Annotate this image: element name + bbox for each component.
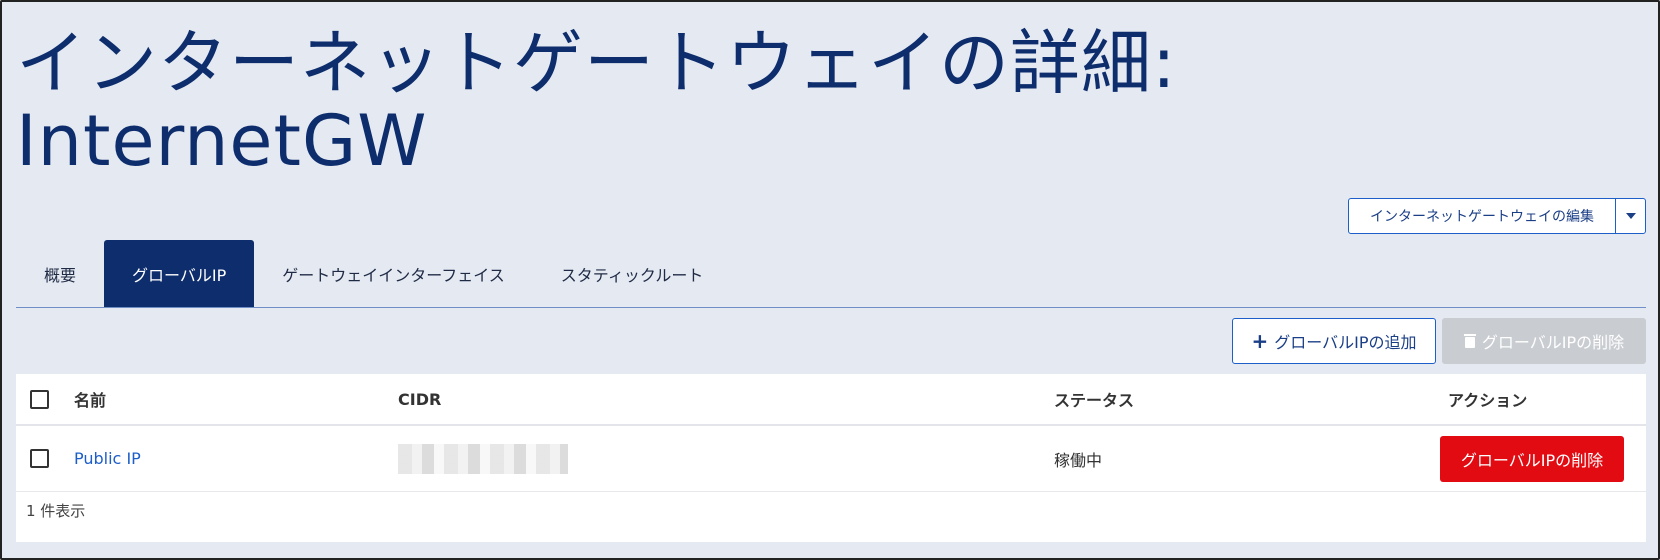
row-name-link[interactable]: Public IP [74,449,141,468]
tab-static-route[interactable]: スタティックルート [533,240,732,307]
trash-icon [1463,334,1476,348]
column-header-cidr: CIDR [398,389,442,409]
delete-global-ip-label: グローバルIPの削除 [1481,333,1625,352]
row-status: 稼働中 [1054,450,1103,470]
tab-global-ip[interactable]: グローバルIP [104,240,255,307]
add-global-ip-label: グローバルIPの追加 [1274,333,1417,352]
page-title-line2: InternetGW [16,100,428,182]
page-title-line1: インターネットゲートウェイの詳細: [16,22,1177,104]
chevron-down-icon [1625,213,1636,219]
page-title: インターネットゲートウェイの詳細: InternetGW [16,24,1177,180]
tab-overview[interactable]: 概要 [16,240,104,307]
edit-dropdown-toggle[interactable] [1615,199,1645,233]
tab-gateway-interface[interactable]: ゲートウェイインターフェイス [254,240,533,307]
global-ip-table: 名前 CIDR ステータス アクション Public IP 稼働中 グローバルI… [16,374,1646,542]
add-global-ip-button[interactable]: + グローバルIPの追加 [1232,318,1436,364]
tab-bar: 概要 グローバルIP ゲートウェイインターフェイス スタティックルート [16,240,1646,308]
cidr-redacted [398,444,568,474]
column-header-name: 名前 [74,391,107,410]
plus-icon: + [1251,329,1269,353]
select-all-checkbox[interactable] [30,389,49,409]
row-delete-global-ip-button[interactable]: グローバルIPの削除 [1440,436,1624,482]
delete-global-ip-button: グローバルIPの削除 [1442,318,1646,364]
column-header-status: ステータス [1054,391,1135,410]
row-checkbox[interactable] [30,449,49,468]
table-header-row: 名前 CIDR ステータス アクション [16,374,1646,426]
edit-button-group: インターネットゲートウェイの編集 [1348,198,1646,234]
edit-internet-gateway-button[interactable]: インターネットゲートウェイの編集 [1349,199,1615,233]
toolbar: + グローバルIPの追加 グローバルIPの削除 [1232,318,1646,364]
table-row: Public IP 稼働中 グローバルIPの削除 [16,426,1646,492]
column-header-action: アクション [1448,391,1528,410]
row-count: 1 件表示 [26,502,86,520]
